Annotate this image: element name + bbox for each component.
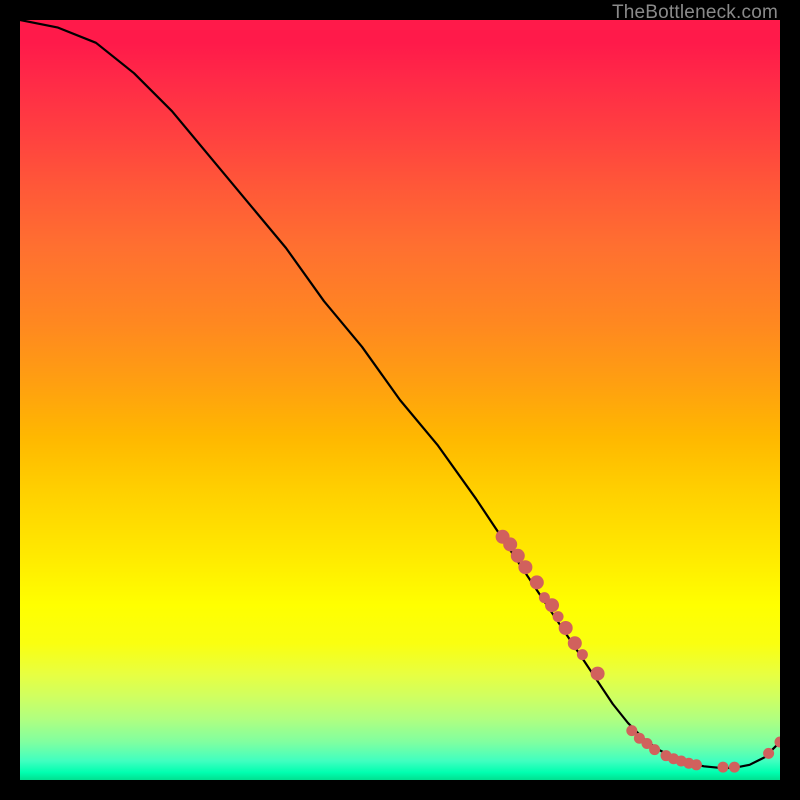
marker-dot <box>496 530 510 544</box>
marker-dot <box>718 762 729 773</box>
marker-dot <box>626 725 637 736</box>
marker-dot <box>763 748 774 759</box>
marker-dot <box>553 611 564 622</box>
marker-dot <box>518 560 532 574</box>
chart-container: TheBottleneck.com <box>0 0 800 800</box>
marker-dot <box>591 667 605 681</box>
marker-dot <box>545 598 559 612</box>
marker-dot <box>729 762 740 773</box>
marker-dot <box>683 758 694 769</box>
bottleneck-curve-path <box>20 20 780 768</box>
marker-dot <box>530 575 544 589</box>
marker-dot <box>568 636 582 650</box>
marker-dot <box>511 549 525 563</box>
marker-dot <box>559 621 573 635</box>
marker-dot <box>577 649 588 660</box>
curve-line <box>20 20 780 768</box>
marker-dot <box>691 759 702 770</box>
marker-dot <box>539 592 550 603</box>
marker-dot <box>649 744 660 755</box>
marker-points <box>496 530 780 773</box>
marker-dot <box>668 753 679 764</box>
marker-dot <box>676 756 687 767</box>
marker-dot <box>775 737 781 748</box>
marker-dot <box>661 750 672 761</box>
chart-svg <box>20 20 780 780</box>
plot-area <box>20 20 780 780</box>
watermark-text: TheBottleneck.com <box>612 2 778 24</box>
marker-dot <box>634 733 645 744</box>
marker-dot <box>642 738 653 749</box>
marker-dot <box>503 537 517 551</box>
